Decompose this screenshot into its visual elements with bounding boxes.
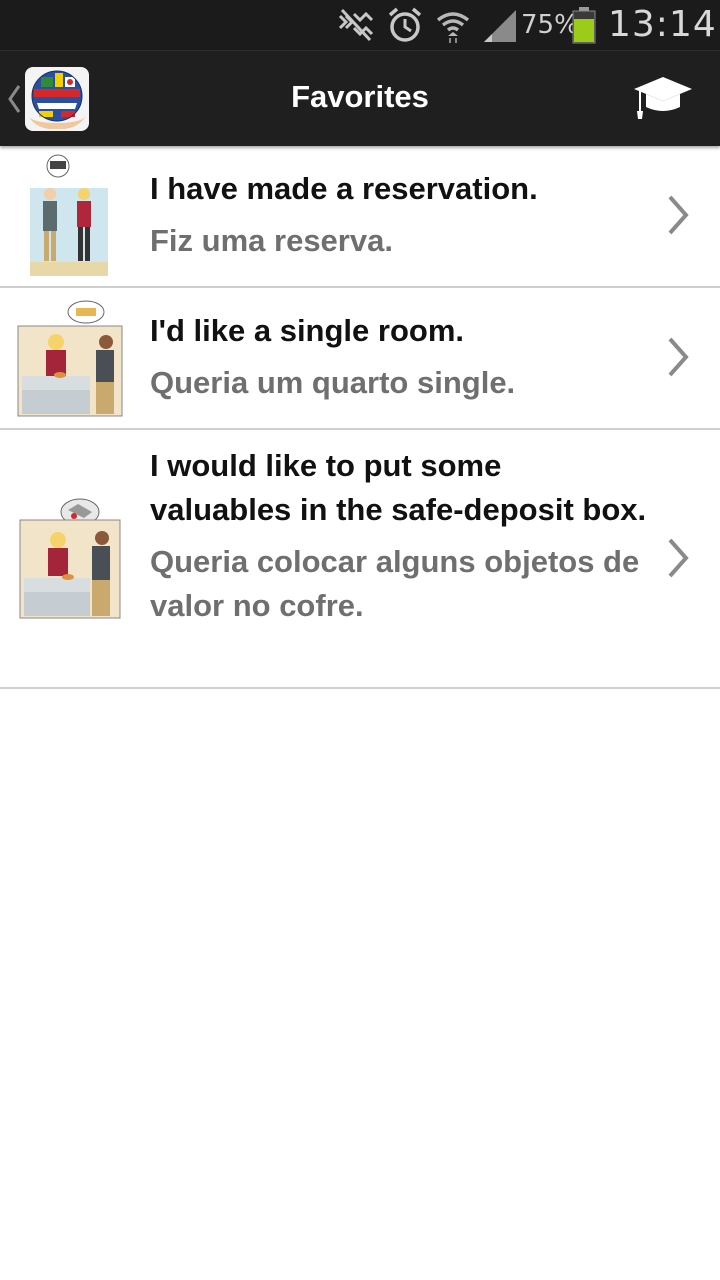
phrase-text: I have made a reservation. Fiz uma reser…	[150, 167, 650, 263]
favorites-list: I have made a reservation. Fiz uma reser…	[0, 146, 720, 689]
translation-phrase: Fiz uma reserva.	[150, 223, 393, 258]
phrase-text: I'd like a single room. Queria um quarto…	[150, 309, 650, 405]
list-item[interactable]: I would like to put some valuables in th…	[0, 430, 720, 689]
translation-phrase: Queria colocar alguns objetos de valor n…	[150, 544, 640, 623]
wifi-icon	[436, 12, 470, 43]
reservation-illustration	[30, 154, 108, 276]
battery-icon	[572, 7, 596, 44]
list-item[interactable]: I'd like a single room. Queria um quarto…	[0, 288, 720, 430]
single-room-illustration	[17, 300, 123, 417]
chevron-right-icon	[668, 538, 689, 578]
chevron-right-icon	[668, 195, 689, 235]
action-bar: Favorites	[0, 50, 720, 146]
english-phrase: I'd like a single room.	[150, 313, 465, 348]
english-phrase: I would like to put some valuables in th…	[150, 448, 647, 527]
status-bar: 75% 13:14	[0, 0, 720, 50]
english-phrase: I have made a reservation.	[150, 171, 538, 206]
chevron-right-icon	[668, 337, 689, 377]
clock: 13:14	[608, 4, 717, 45]
graduation-cap-icon[interactable]	[632, 75, 694, 123]
page-title: Favorites	[291, 79, 429, 114]
translation-phrase: Queria um quarto single.	[150, 365, 516, 400]
phrase-text: I would like to put some valuables in th…	[150, 444, 650, 628]
list-item[interactable]: I have made a reservation. Fiz uma reser…	[0, 146, 720, 288]
signal-icon	[484, 10, 516, 42]
safe-deposit-illustration	[19, 498, 121, 619]
nfc-icon	[338, 8, 374, 42]
alarm-icon	[388, 7, 422, 42]
